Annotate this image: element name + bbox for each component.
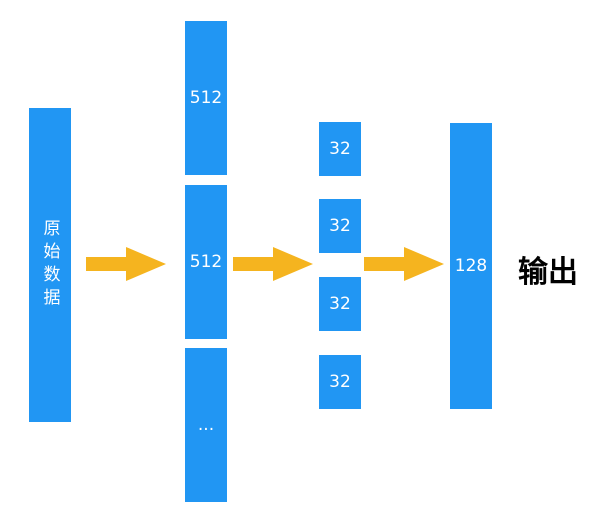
layer2-block-3: 32 [319, 277, 361, 331]
layer1-block-1: 512 [185, 21, 227, 175]
layer1-block-1-label: 512 [189, 88, 223, 108]
arrow-right-icon [86, 247, 166, 281]
output-label: 输出 [518, 255, 578, 290]
layer1-block-2-label: 512 [189, 252, 223, 272]
input-data-label: 原始数据 [39, 219, 60, 311]
layer2-block-3-label: 32 [329, 294, 351, 314]
arrow-right-icon [233, 247, 313, 281]
layer2-block-2: 32 [319, 199, 361, 253]
input-data-block: 原始数据 [29, 108, 71, 422]
layer1-block-3: ... [185, 348, 227, 502]
layer2-block-4: 32 [319, 355, 361, 409]
layer2-block-1-label: 32 [329, 139, 351, 159]
layer3-block: 128 [450, 123, 492, 409]
layer3-block-label: 128 [454, 256, 488, 276]
layer1-block-2: 512 [185, 185, 227, 339]
layer2-block-1: 32 [319, 122, 361, 176]
layer2-block-2-label: 32 [329, 216, 351, 236]
layer1-block-3-label: ... [197, 415, 215, 435]
arrow-right-icon [364, 247, 444, 281]
layer2-block-4-label: 32 [329, 372, 351, 392]
